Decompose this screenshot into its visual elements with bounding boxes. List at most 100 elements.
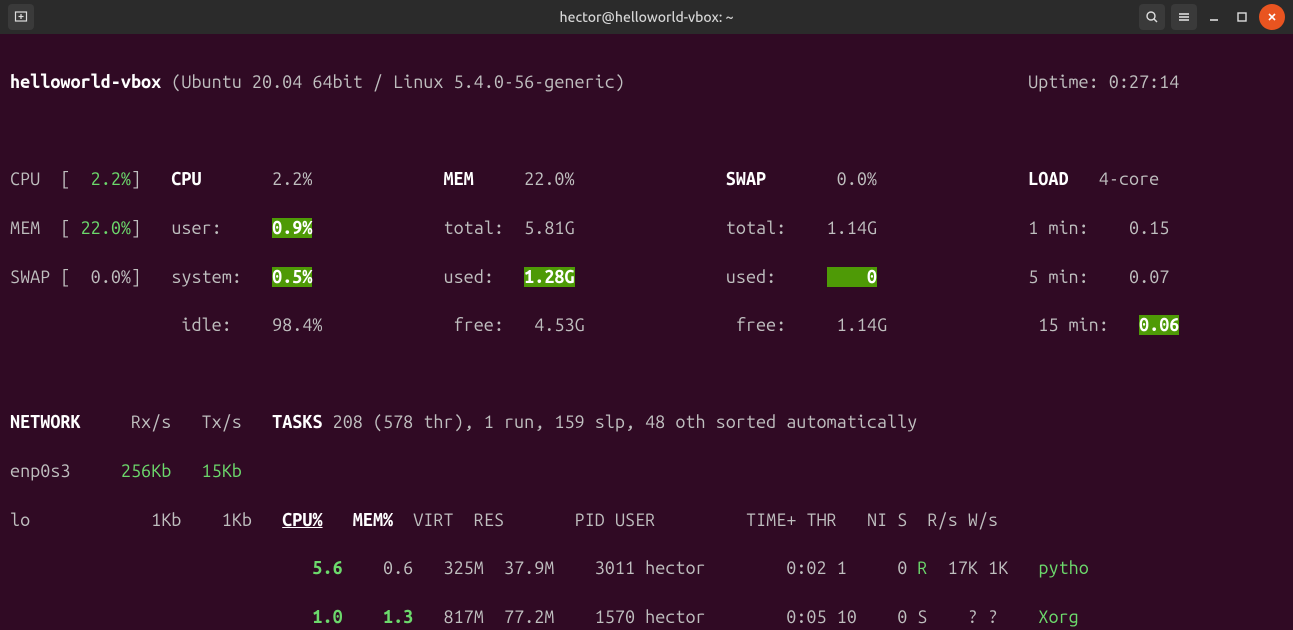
proc-ni: 0	[877, 558, 907, 578]
net-row-2-and-proc-header: lo 1Kb 1Kb CPU% MEM% VIRT RES PID USER T…	[10, 508, 1283, 532]
proc-wx: 1K	[988, 558, 1018, 578]
mem-mini-label: MEM	[10, 218, 60, 238]
cpu-title: CPU	[171, 169, 201, 189]
if1-tx: 15Kb	[202, 461, 242, 481]
cpu-idle-label: idle:	[181, 315, 231, 335]
cpu-user-label: user:	[171, 218, 221, 238]
proc-mem: 0.6	[383, 558, 423, 578]
tasks-summary: 208 (578 thr), 1 run, 159 slp, 48 oth so…	[323, 412, 918, 432]
load-5-label: 5 min:	[1028, 267, 1088, 287]
mem-used-label: used:	[444, 267, 494, 287]
col-pid: PID	[575, 510, 605, 530]
sysinfo: (Ubuntu 20.04 64bit / Linux 5.4.0-56-gen…	[161, 72, 625, 92]
col-mem: MEM%	[353, 510, 393, 530]
cpu-system-label: system:	[171, 267, 242, 287]
swap-mini-value: 0.0%	[71, 267, 131, 287]
swap-free-value: 1.14G	[837, 315, 887, 335]
stats-row-3: SWAP [ 0.0%] system: 0.5% used: 1.28G us…	[10, 265, 1283, 289]
swap-pct: 0.0%	[837, 169, 877, 189]
col-thr: THR	[807, 510, 837, 530]
proc-cpu: 1.0	[312, 607, 352, 627]
load-1-label: 1 min:	[1028, 218, 1088, 238]
proc-rx: ?	[948, 607, 978, 627]
if2-rx: 1Kb	[151, 510, 181, 530]
load-5-value: 0.07	[1129, 267, 1169, 287]
search-button[interactable]	[1139, 4, 1165, 30]
swap-used-value: 0	[867, 267, 877, 287]
col-res: RES	[474, 510, 504, 530]
col-rx: R/s	[928, 510, 958, 530]
mem-pct: 22.0%	[524, 169, 574, 189]
col-user: USER	[615, 510, 655, 530]
header-line: helloworld-vbox (Ubuntu 20.04 64bit / Li…	[10, 70, 1283, 94]
terminal-content[interactable]: helloworld-vbox (Ubuntu 20.04 64bit / Li…	[0, 34, 1293, 630]
process-row: 5.6 0.6 325M 37.9M 3011 hector 0:02 1 0 …	[10, 556, 1283, 580]
proc-state: R	[917, 558, 927, 578]
menu-button[interactable]	[1171, 4, 1197, 30]
cpu-total: 2.2%	[272, 169, 312, 189]
stats-row-1: CPU [ 2.2%] CPU 2.2% MEM 22.0% SWAP 0.0%…	[10, 167, 1283, 191]
minimize-button[interactable]	[1203, 4, 1225, 30]
swap-used-label: used:	[726, 267, 776, 287]
cpu-idle-value: 98.4%	[272, 315, 322, 335]
if1-rx: 256Kb	[121, 461, 171, 481]
if2-tx: 1Kb	[222, 510, 252, 530]
mem-total-label: total:	[444, 218, 504, 238]
if1-name: enp0s3	[10, 461, 70, 481]
rx-header: Rx/s	[131, 412, 171, 432]
stats-row-4: idle: 98.4% free: 4.53G free: 1.14G 15 m…	[10, 313, 1283, 337]
proc-ni: 0	[877, 607, 907, 627]
uptime-label: Uptime:	[1028, 72, 1109, 92]
col-time: TIME+	[746, 510, 796, 530]
network-title: NETWORK	[10, 412, 81, 432]
swap-total-label: total:	[726, 218, 786, 238]
proc-cmd: pytho	[1038, 558, 1088, 578]
swap-mini-label: SWAP	[10, 267, 60, 287]
proc-res: 37.9M	[504, 558, 564, 578]
proc-thr: 10	[837, 607, 867, 627]
proc-wx: ?	[988, 607, 1018, 627]
proc-cpu: 5.6	[312, 558, 352, 578]
proc-mem: 1.3	[383, 607, 423, 627]
uptime-value: 0:27:14	[1109, 72, 1180, 92]
proc-thr: 1	[837, 558, 867, 578]
proc-state: S	[917, 607, 927, 627]
col-ni: NI	[867, 510, 887, 530]
if2-name: lo	[10, 510, 30, 530]
hostname: helloworld-vbox	[10, 72, 161, 92]
new-tab-button[interactable]	[8, 4, 34, 30]
maximize-button[interactable]	[1231, 4, 1253, 30]
terminal-window: hector@helloworld-vbox: ~ helloworld-vbo…	[0, 0, 1293, 630]
proc-user: hector	[645, 607, 726, 627]
window-titlebar: hector@helloworld-vbox: ~	[0, 0, 1293, 34]
proc-user: hector	[645, 558, 726, 578]
mem-used-value: 1.28G	[524, 267, 574, 287]
cpu-system-value: 0.5%	[272, 267, 312, 287]
swap-free-label: free:	[736, 315, 786, 335]
proc-time: 0:02	[776, 558, 826, 578]
load-15-label: 15 min:	[1038, 315, 1109, 335]
window-title: hector@helloworld-vbox: ~	[0, 8, 1293, 27]
tasks-title: TASKS	[272, 412, 322, 432]
process-row: 1.0 1.3 817M 77.2M 1570 hector 0:05 10 0…	[10, 605, 1283, 629]
proc-res: 77.2M	[504, 607, 564, 627]
cpu-mini-label: CPU	[10, 169, 60, 189]
net-header: NETWORK Rx/s Tx/s TASKS 208 (578 thr), 1…	[10, 410, 1283, 434]
proc-time: 0:05	[776, 607, 826, 627]
mem-free-label: free:	[454, 315, 504, 335]
load-title: LOAD	[1028, 169, 1068, 189]
stats-row-2: MEM [ 22.0%] user: 0.9% total: 5.81G tot…	[10, 216, 1283, 240]
proc-pid: 1570	[585, 607, 635, 627]
mem-mini-value: 22.0%	[71, 218, 131, 238]
mem-total-value: 5.81G	[524, 218, 574, 238]
net-row-1: enp0s3 256Kb 15Kb	[10, 459, 1283, 483]
col-wx: W/s	[968, 510, 998, 530]
col-cpu: CPU%	[282, 510, 322, 530]
close-button[interactable]	[1259, 4, 1285, 30]
proc-virt: 325M	[443, 558, 493, 578]
col-virt: VIRT	[413, 510, 453, 530]
cpu-user-value: 0.9%	[272, 218, 312, 238]
col-s: S	[897, 510, 907, 530]
proc-cmd: Xorg	[1038, 607, 1078, 627]
proc-virt: 817M	[443, 607, 493, 627]
